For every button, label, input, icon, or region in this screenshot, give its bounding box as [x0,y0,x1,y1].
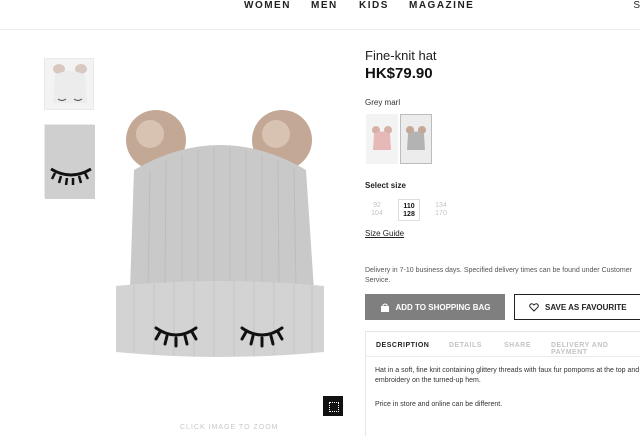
add-to-bag-label: ADD TO SHOPPING BAG [395,302,491,312]
pink-hat-swatch-image [372,126,392,150]
tab-divider [365,356,640,357]
size-option-110-128[interactable]: 110 128 [398,199,420,221]
product-hero-image[interactable] [110,100,330,360]
select-size-label: Select size [365,181,406,190]
expand-icon[interactable] [323,396,343,416]
size-top: 110 [403,203,415,210]
hat-crown [130,145,314,290]
hat-detail-thumbnail-image [45,125,95,199]
save-favourite-button[interactable]: SAVE AS FAVOURITE [514,294,640,320]
nav-men[interactable]: MEN [311,0,338,11]
tab-delivery-payment[interactable]: DELIVERY AND PAYMENT [551,342,640,356]
hat-thumbnail-image [53,64,87,103]
hat-cuff [116,281,324,357]
price-note: Price in store and online can be differe… [375,401,503,408]
product-name: Fine-knit hat [365,48,437,63]
thumbnail-hat-detail[interactable] [44,124,95,199]
nav-kids[interactable]: KIDS [359,0,389,11]
size-top: 134 [435,202,447,209]
shopping-bag-icon [380,303,389,312]
size-guide-link[interactable]: Size Guide [365,229,404,238]
colour-swatch-pink[interactable] [366,114,398,164]
thumbnail-hat-front[interactable] [44,58,94,110]
zoom-hint: CLICK IMAGE TO ZOOM [180,424,279,431]
size-bottom: 170 [435,210,447,217]
size-bottom: 128 [403,211,415,218]
tab-details[interactable]: DETAILS [449,342,482,349]
nav-women[interactable]: WOMEN [244,0,291,11]
size-bottom: 104 [371,210,383,217]
save-favourite-label: SAVE AS FAVOURITE [545,302,627,312]
colour-swatch-grey[interactable] [400,114,432,164]
top-navigation: WOMEN MEN KIDS MAGAZINE S [0,0,640,30]
size-option-134-170[interactable]: 134 170 [430,199,452,221]
grey-hat-swatch-image [406,126,426,150]
delivery-info: Delivery in 7-10 business days. Specifie… [365,267,632,284]
product-price: HK$79.90 [365,65,433,82]
size-top: 92 [373,202,381,209]
nav-magazine[interactable]: MAGAZINE [409,0,474,11]
tab-share[interactable]: SHARE [504,342,531,349]
size-option-92-104[interactable]: 92 104 [366,199,388,221]
product-description: Hat in a soft, fine knit containing glit… [375,367,640,384]
heart-icon [529,302,539,312]
tab-description[interactable]: DESCRIPTION [376,342,429,349]
add-to-bag-button[interactable]: ADD TO SHOPPING BAG [365,294,505,320]
colour-label: Grey marl [365,98,401,107]
nav-cut-off-link[interactable]: S [633,0,640,11]
